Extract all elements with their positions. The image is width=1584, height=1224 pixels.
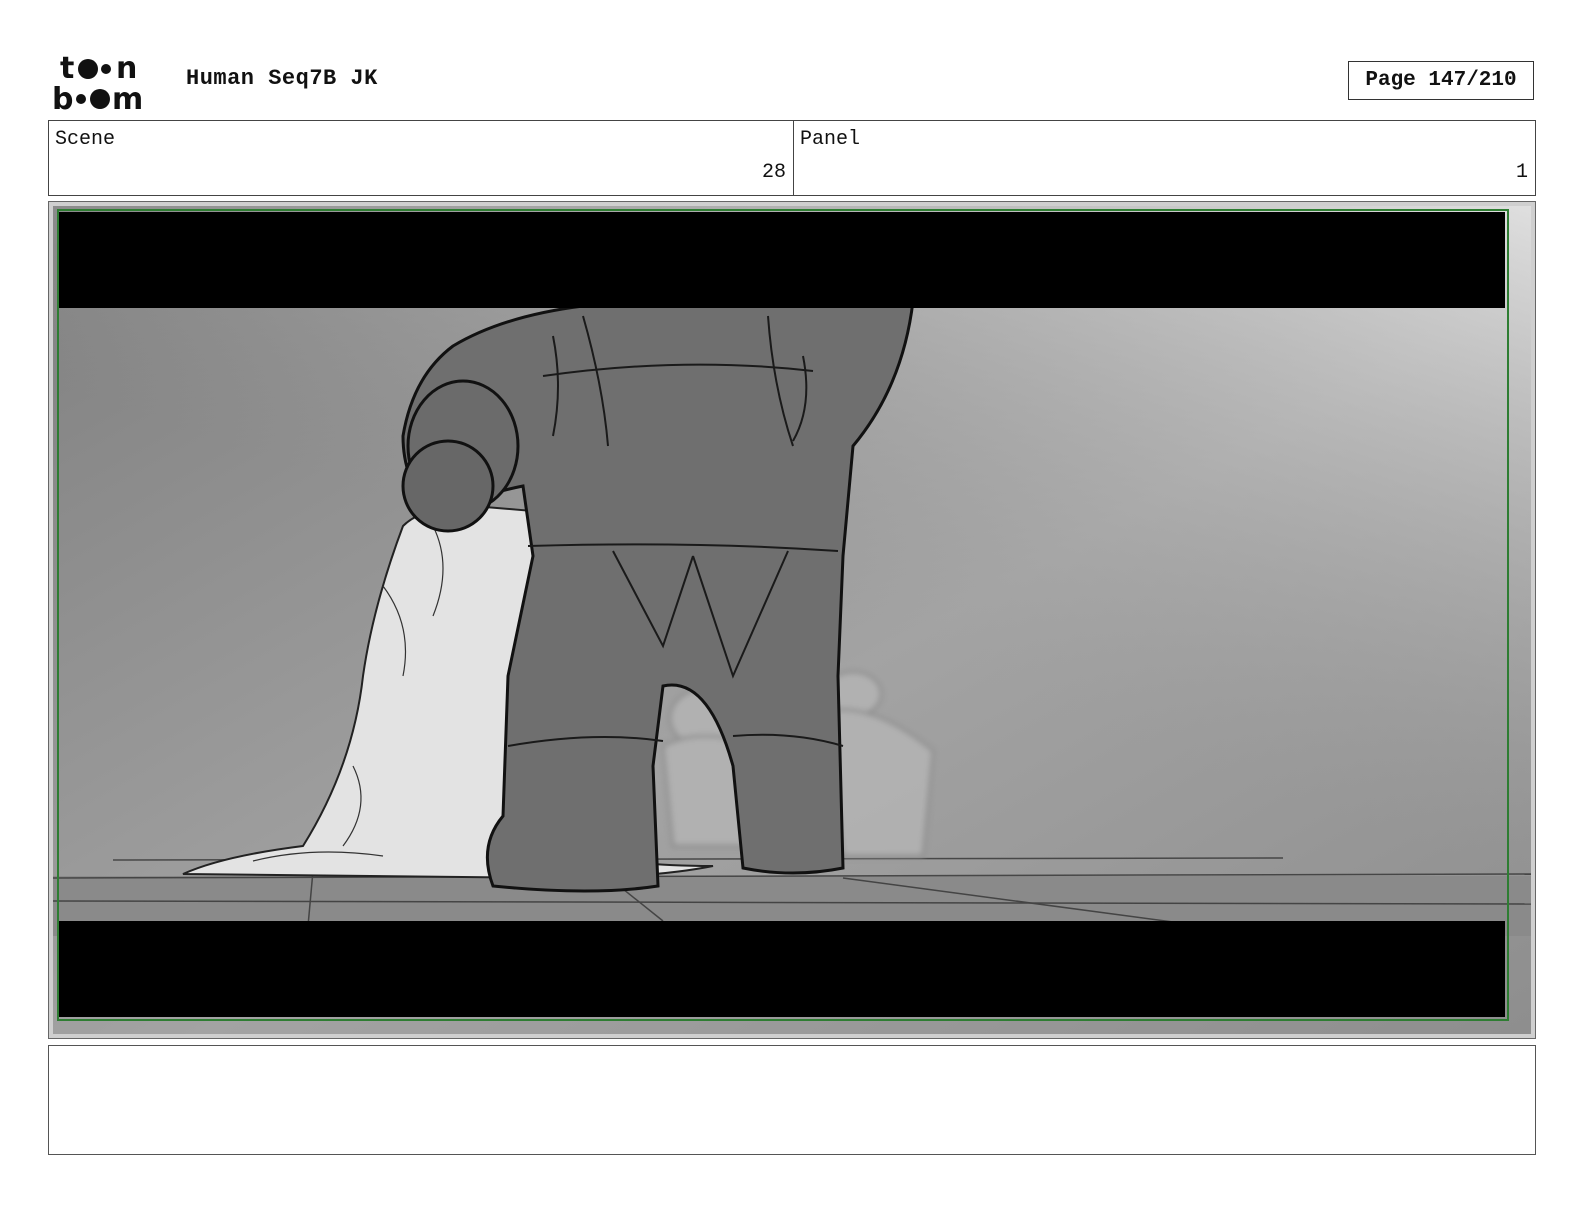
scene-panel-row: Scene 28 Panel 1: [48, 120, 1536, 196]
document-title: Human Seq7B JK: [186, 66, 378, 91]
svg-text:t: t: [60, 52, 74, 86]
scene-label: Scene: [55, 128, 116, 151]
svg-text:m: m: [112, 82, 143, 112]
scene-number: 28: [761, 161, 786, 184]
svg-text:b: b: [52, 82, 73, 112]
panel-label: Panel: [800, 128, 861, 151]
scene-cell: Scene 28: [49, 121, 794, 195]
toon-boom-logo: t n b m: [52, 52, 164, 112]
panel-frame: [48, 201, 1536, 1039]
panel-notes-box: [48, 1045, 1536, 1155]
svg-text:n: n: [116, 52, 137, 86]
storyboard-sketch: [53, 206, 1531, 1034]
page-label: Page 147/210: [1365, 69, 1517, 92]
panel-number: 1: [1515, 161, 1528, 184]
panel-cell: Panel 1: [794, 121, 1535, 195]
page-indicator: Page 147/210: [1348, 61, 1534, 100]
